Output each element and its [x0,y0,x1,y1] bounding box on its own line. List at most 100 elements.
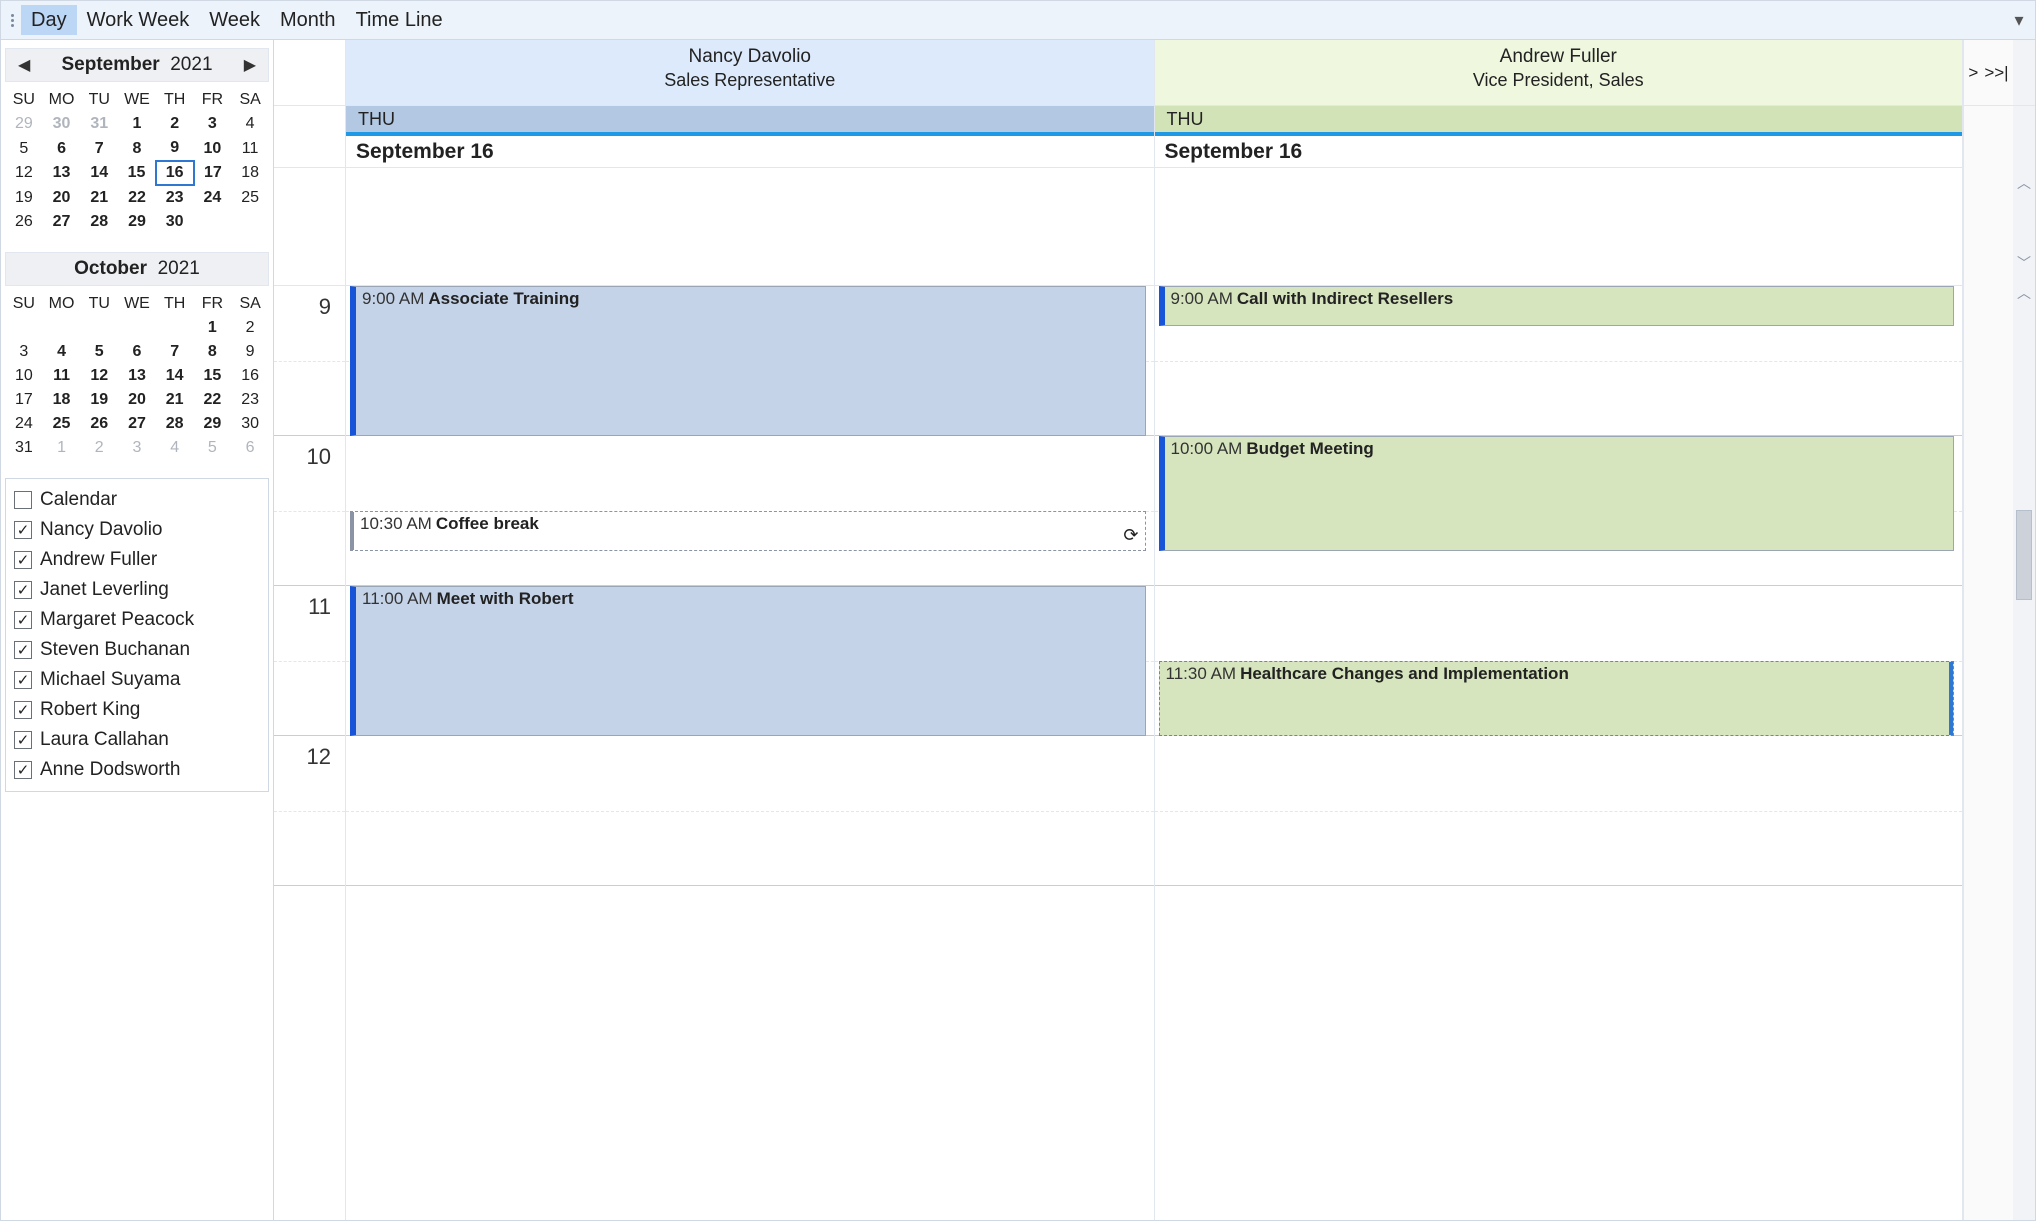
calendar-day-cell[interactable]: 23 [231,388,269,412]
calendar-day-cell[interactable]: 9 [156,136,194,161]
calendar-day-cell[interactable]: 26 [80,412,118,436]
scroll-up-inner-icon[interactable]: ︿ [2013,278,2035,308]
calendar-day-cell[interactable]: 19 [5,185,43,210]
calendar-day-cell[interactable]: 23 [156,185,194,210]
hour-row[interactable]: 9 [274,286,345,436]
resource-checkbox-item[interactable]: ✓Anne Dodsworth [14,755,260,785]
calendar-day-cell[interactable]: 4 [43,340,81,364]
calendar-day-cell[interactable]: 27 [118,412,156,436]
view-tab-work-week[interactable]: Work Week [77,5,200,35]
calendar-day-cell[interactable]: 7 [156,340,194,364]
calendar-day-cell[interactable]: 6 [118,340,156,364]
calendar-day-cell[interactable]: 6 [231,436,269,460]
calendar-day-cell[interactable]: 17 [194,161,232,185]
time-grid[interactable]: 9:00 AMCall with Indirect Resellers10:00… [1155,286,1963,886]
calendar-day-cell[interactable]: 11 [231,136,269,161]
calendar-day-cell[interactable]: 18 [43,388,81,412]
calendar-day-cell[interactable]: 27 [43,210,81,234]
calendar-day-cell[interactable]: 14 [80,161,118,185]
resource-checkbox-item[interactable]: ✓Nancy Davolio [14,515,260,545]
calendar-day-cell[interactable]: 24 [5,412,43,436]
resource-checkbox-item[interactable]: ✓Michael Suyama [14,665,260,695]
calendar-day-cell[interactable]: 14 [156,364,194,388]
calendar-day-cell[interactable]: 21 [80,185,118,210]
checkbox-icon[interactable] [14,491,32,509]
calendar-day-cell[interactable]: 12 [5,161,43,185]
prev-month-button[interactable]: ◀ [10,51,38,79]
checkbox-icon[interactable]: ✓ [14,641,32,659]
calendar-day-cell[interactable]: 18 [231,161,269,185]
hour-row[interactable] [346,736,1154,886]
calendar-day-cell[interactable]: 2 [156,112,194,136]
calendar-day-cell[interactable]: 16 [156,161,194,185]
calendar-day-cell[interactable]: 17 [5,388,43,412]
calendar-day-cell[interactable]: 13 [43,161,81,185]
calendar-day-cell[interactable]: 11 [43,364,81,388]
calendar-day-cell[interactable]: 2 [231,316,269,340]
calendar-day-cell[interactable]: 8 [194,340,232,364]
toolbar-grip-icon[interactable] [7,14,17,27]
calendar-day-cell[interactable]: 26 [5,210,43,234]
calendar-day-cell[interactable]: 10 [194,136,232,161]
hour-row[interactable]: 10 [274,436,345,586]
calendar-day-cell[interactable]: 10 [5,364,43,388]
view-tab-day[interactable]: Day [21,5,77,35]
calendar-day-cell[interactable]: 1 [118,112,156,136]
calendar-day-cell[interactable]: 4 [156,436,194,460]
calendar-day-cell[interactable]: 6 [43,136,81,161]
vertical-scrollbar[interactable]: ︿ ﹀ ︿ [2013,40,2035,1220]
resource-checkbox-item[interactable]: ✓Janet Leverling [14,575,260,605]
next-resource-button[interactable]: > [1968,63,1978,83]
calendar-day-cell[interactable]: 29 [118,210,156,234]
calendar-day-cell[interactable]: 1 [194,316,232,340]
hour-row[interactable]: 12 [274,736,345,886]
resource-checkbox-item[interactable]: ✓Andrew Fuller [14,545,260,575]
hour-row[interactable]: 11 [274,586,345,736]
calendar-day-cell[interactable]: 3 [194,112,232,136]
calendar-day-cell[interactable]: 28 [80,210,118,234]
calendar-day-cell[interactable]: 22 [194,388,232,412]
calendar-day-cell[interactable]: 4 [231,112,269,136]
last-resource-button[interactable]: >>| [1984,63,2008,83]
calendar-day-cell[interactable]: 7 [80,136,118,161]
calendar-day-cell[interactable]: 3 [118,436,156,460]
calendar-day-cell[interactable]: 5 [5,136,43,161]
calendar-day-cell[interactable]: 3 [5,340,43,364]
toolbar-overflow-button[interactable]: ▾ [2009,10,2029,31]
appointment[interactable]: 10:30 AMCoffee break⟳ [350,511,1146,551]
view-tab-time-line[interactable]: Time Line [346,5,453,35]
calendar-day-cell[interactable]: 29 [194,412,232,436]
calendar-day-cell[interactable]: 8 [118,136,156,161]
calendar-day-cell[interactable]: 28 [156,412,194,436]
calendar-day-cell[interactable]: 31 [5,436,43,460]
hour-row[interactable] [1155,736,1963,886]
calendar-day-cell[interactable]: 25 [43,412,81,436]
checkbox-icon[interactable]: ✓ [14,701,32,719]
calendar-day-cell[interactable]: 30 [231,412,269,436]
checkbox-icon[interactable]: ✓ [14,581,32,599]
appointment[interactable]: 11:30 AMHealthcare Changes and Implement… [1159,661,1955,736]
appointment[interactable]: 11:00 AMMeet with Robert [350,586,1146,736]
checkbox-icon[interactable]: ✓ [14,611,32,629]
calendar-day-cell[interactable]: 24 [194,185,232,210]
time-grid[interactable]: 9:00 AMAssociate Training 10:30 AMCoffee … [346,286,1154,886]
calendar-day-cell[interactable]: 9 [231,340,269,364]
checkbox-icon[interactable]: ✓ [14,731,32,749]
calendar-day-cell[interactable]: 20 [118,388,156,412]
resource-checkbox-item[interactable]: ✓Robert King [14,695,260,725]
appointment[interactable]: 9:00 AMAssociate Training [350,286,1146,436]
appointment[interactable]: 10:00 AMBudget Meeting [1159,436,1955,551]
calendar-day-cell[interactable]: 30 [156,210,194,234]
resource-checkbox-item[interactable]: ✓Laura Callahan [14,725,260,755]
calendar-day-cell[interactable]: 15 [194,364,232,388]
calendar-day-cell[interactable]: 31 [80,112,118,136]
calendar-day-cell[interactable]: 22 [118,185,156,210]
calendar-day-cell[interactable]: 15 [118,161,156,185]
checkbox-icon[interactable]: ✓ [14,671,32,689]
calendar-day-cell[interactable]: 25 [231,185,269,210]
calendar-day-cell[interactable]: 29 [5,112,43,136]
calendar-day-cell[interactable]: 19 [80,388,118,412]
scroll-thumb[interactable] [2016,510,2032,600]
calendar-day-cell[interactable]: 12 [80,364,118,388]
view-tab-week[interactable]: Week [199,5,270,35]
